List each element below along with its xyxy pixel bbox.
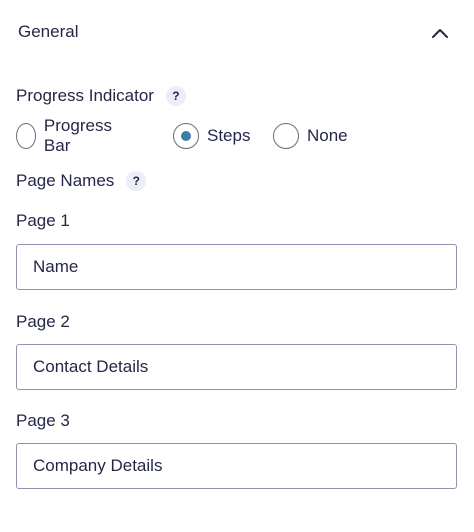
radio-steps-label[interactable]: Steps [207, 126, 250, 146]
page-3-name-input[interactable] [16, 443, 457, 489]
page-names-label-row: Page Names ? [16, 171, 147, 191]
progress-indicator-label-row: Progress Indicator ? [16, 86, 186, 106]
page-2-name-input[interactable] [16, 344, 457, 390]
radio-progress-bar-button[interactable] [16, 123, 36, 149]
radio-none-button[interactable] [273, 123, 299, 149]
progress-indicator-help-icon[interactable]: ? [165, 86, 186, 106]
page-1-label: Page 1 [16, 211, 70, 230]
progress-indicator-label: Progress Indicator [16, 86, 154, 105]
chevron-up-icon[interactable] [428, 22, 452, 44]
radio-steps[interactable]: Steps [173, 121, 250, 151]
general-settings-panel: General Progress Indicator ? Progress Ba… [0, 0, 474, 532]
page-names-label: Page Names [16, 171, 115, 190]
page-2-label: Page 2 [16, 312, 70, 331]
radio-none[interactable]: None [273, 121, 348, 151]
page-3-label: Page 3 [16, 411, 70, 430]
section-title: General [18, 22, 79, 41]
radio-steps-button[interactable] [173, 123, 199, 149]
section-header[interactable]: General [0, 0, 474, 64]
radio-progress-bar[interactable]: Progress Bar [16, 116, 118, 155]
page-names-help-icon[interactable]: ? [126, 171, 147, 191]
page-1-name-input[interactable] [16, 244, 457, 290]
radio-selected-dot [181, 131, 191, 141]
radio-none-label[interactable]: None [307, 126, 348, 146]
radio-progress-bar-label[interactable]: Progress Bar [44, 116, 118, 156]
